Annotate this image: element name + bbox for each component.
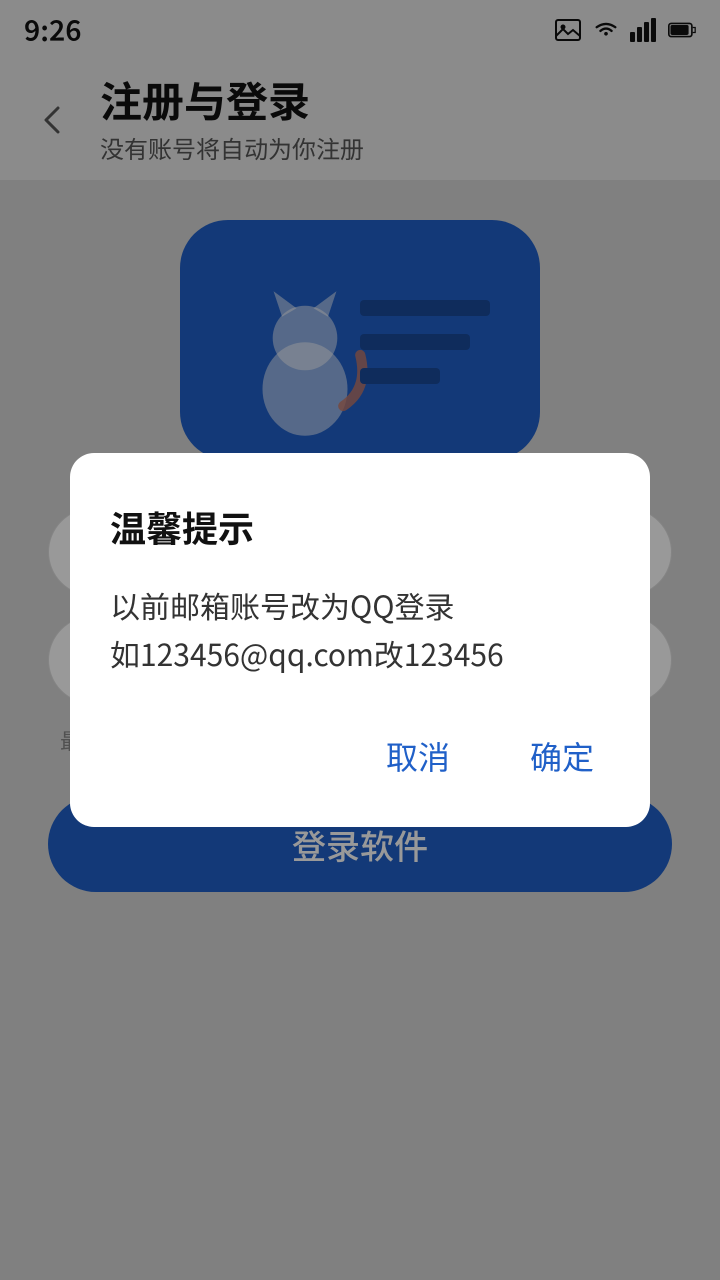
dialog-message: 以前邮箱账号改为QQ登录 如123456@qq.com改123456 [110, 581, 610, 677]
dialog-title: 温馨提示 [110, 501, 610, 553]
dialog-confirm-button[interactable]: 确定 [514, 725, 610, 787]
dialog-overlay: 温馨提示 以前邮箱账号改为QQ登录 如123456@qq.com改123456 … [0, 0, 720, 1280]
dialog-buttons: 取消 确定 [110, 725, 610, 787]
dialog: 温馨提示 以前邮箱账号改为QQ登录 如123456@qq.com改123456 … [70, 453, 650, 827]
dialog-cancel-button[interactable]: 取消 [370, 725, 466, 787]
page: 9:26 [0, 0, 720, 1280]
